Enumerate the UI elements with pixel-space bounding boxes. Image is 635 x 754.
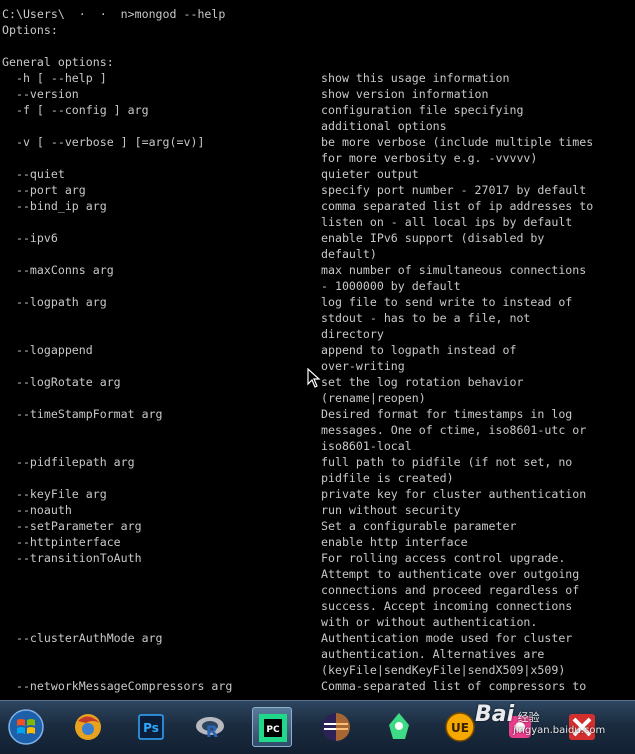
option-description: with or without authentication.	[321, 615, 538, 629]
option-description: specify port number - 27017 by default	[321, 183, 587, 197]
option-description: (keyFile|sendKeyFile|sendX509|x509)	[321, 663, 566, 677]
option-description: max number of simultaneous connections	[321, 263, 587, 277]
option-flag: --quiet	[2, 167, 65, 181]
ultraedit-icon: UE	[440, 712, 480, 751]
option-description: stdout - has to be a file, not	[321, 311, 531, 325]
option-description: success. Accept incoming connections	[321, 599, 573, 613]
option-description: set the log rotation behavior	[321, 375, 524, 389]
option-flag: --networkMessageCompressors arg	[2, 679, 233, 693]
option-flag: --version	[2, 87, 79, 101]
option-flag: --keyFile arg	[2, 487, 107, 501]
option-description: enable IPv6 support (disabled by	[321, 231, 545, 245]
option-flag: --bind_ip arg	[2, 199, 107, 213]
baidu-watermark: Bai 经验 jingyan.baidu.com	[475, 702, 605, 736]
taskbar-android-app[interactable]	[379, 707, 419, 747]
taskbar-photoshop-app[interactable]: Ps	[131, 707, 171, 747]
start-icon	[6, 709, 46, 751]
option-description: - 1000000 by default	[321, 279, 461, 293]
option-description: Desired format for timestamps in log	[321, 407, 573, 421]
option-description: Set a configurable parameter	[321, 519, 517, 533]
option-description: private key for cluster authentication	[321, 487, 587, 501]
option-description: for more verbosity e.g. -vvvvv)	[321, 151, 538, 165]
option-flag: --timeStampFormat arg	[2, 407, 163, 421]
options-heading: Options:	[2, 23, 58, 37]
taskbar-browser-app[interactable]	[68, 707, 108, 747]
option-description: messages. One of ctime, iso8601-utc or	[321, 423, 587, 437]
taskbar-r-app[interactable]: R	[190, 707, 230, 747]
option-description: Comma-separated list of compressors to	[321, 679, 587, 693]
option-description: enable http interface	[321, 535, 468, 549]
option-flag: -h [ --help ]	[2, 71, 107, 85]
console-window[interactable]: C:\Users\ · · n>mongod --help Options: Gen…	[0, 0, 635, 700]
command-prompt-line: C:\Users\ · · n>mongod --help	[2, 7, 226, 21]
watermark-brand-cn: 经验	[517, 711, 540, 724]
option-description: configuration file specifying	[321, 103, 524, 117]
taskbar-start-button[interactable]	[6, 707, 46, 747]
photoshop-icon: Ps	[131, 714, 171, 751]
option-flag: --noauth	[2, 503, 72, 517]
option-flag: --logappend	[2, 343, 93, 357]
option-description: Authentication mode used for cluster	[321, 631, 573, 645]
eclipse-icon	[316, 713, 356, 751]
option-description: append to logpath instead of	[321, 343, 517, 357]
option-description: connections and proceed regardless of	[321, 583, 580, 597]
option-flag: --httpinterface	[2, 535, 121, 549]
option-description: be more verbose (include multiple times	[321, 135, 594, 149]
option-description: show version information	[321, 87, 489, 101]
option-flag: --setParameter arg	[2, 519, 142, 533]
option-description: (rename|reopen)	[321, 391, 426, 405]
option-description: default)	[321, 247, 377, 261]
taskbar-ultraedit-app[interactable]: UE	[440, 707, 480, 747]
browser-icon	[68, 714, 108, 751]
watermark-brand: Bai	[475, 702, 515, 727]
option-description: comma separated list of ip addresses to	[321, 199, 594, 213]
option-description: For rolling access control upgrade.	[321, 551, 566, 565]
svg-text:PC: PC	[266, 725, 280, 735]
option-flag: --port arg	[2, 183, 86, 197]
option-description: log file to send write to instead of	[321, 295, 573, 309]
option-flag: -v [ --verbose ] [=arg(=v)]	[2, 135, 205, 149]
general-options-heading: General options:	[2, 55, 114, 69]
option-description: additional options	[321, 119, 447, 133]
option-description: over-writing	[321, 359, 405, 373]
option-description: Attempt to authenticate over outgoing	[321, 567, 580, 581]
option-flag: -f [ --config ] arg	[2, 103, 149, 117]
pycharm-icon: PC	[253, 714, 293, 752]
option-flag: --ipv6	[2, 231, 58, 245]
option-flag: --logRotate arg	[2, 375, 121, 389]
option-flag: --clusterAuthMode arg	[2, 631, 163, 645]
svg-text:UE: UE	[451, 721, 469, 735]
option-description: quieter output	[321, 167, 419, 181]
option-description: authentication. Alternatives are	[321, 647, 545, 661]
android-icon	[379, 713, 419, 751]
option-description: show this usage information	[321, 71, 510, 85]
option-flag: --pidfilepath arg	[2, 455, 135, 469]
mouse-cursor-icon	[307, 367, 321, 388]
taskbar-pycharm-app[interactable]: PC	[252, 707, 292, 747]
option-flag: --logpath arg	[2, 295, 107, 309]
watermark-url: jingyan.baidu.com	[513, 725, 606, 736]
r-icon: R	[190, 717, 230, 751]
option-description: full path to pidfile (if not set, no	[321, 455, 573, 469]
option-description: run without security	[321, 503, 461, 517]
option-flag: --transitionToAuth	[2, 551, 142, 565]
taskbar-eclipse-app[interactable]	[316, 707, 356, 747]
option-description: pidfile is created)	[321, 471, 454, 485]
svg-text:Ps: Ps	[143, 721, 159, 735]
svg-text:R: R	[206, 722, 218, 741]
option-flag: --maxConns arg	[2, 263, 114, 277]
option-description: listen on - all local ips by default	[321, 215, 573, 229]
option-description: iso8601-local	[321, 439, 412, 453]
option-description: directory	[321, 327, 384, 341]
